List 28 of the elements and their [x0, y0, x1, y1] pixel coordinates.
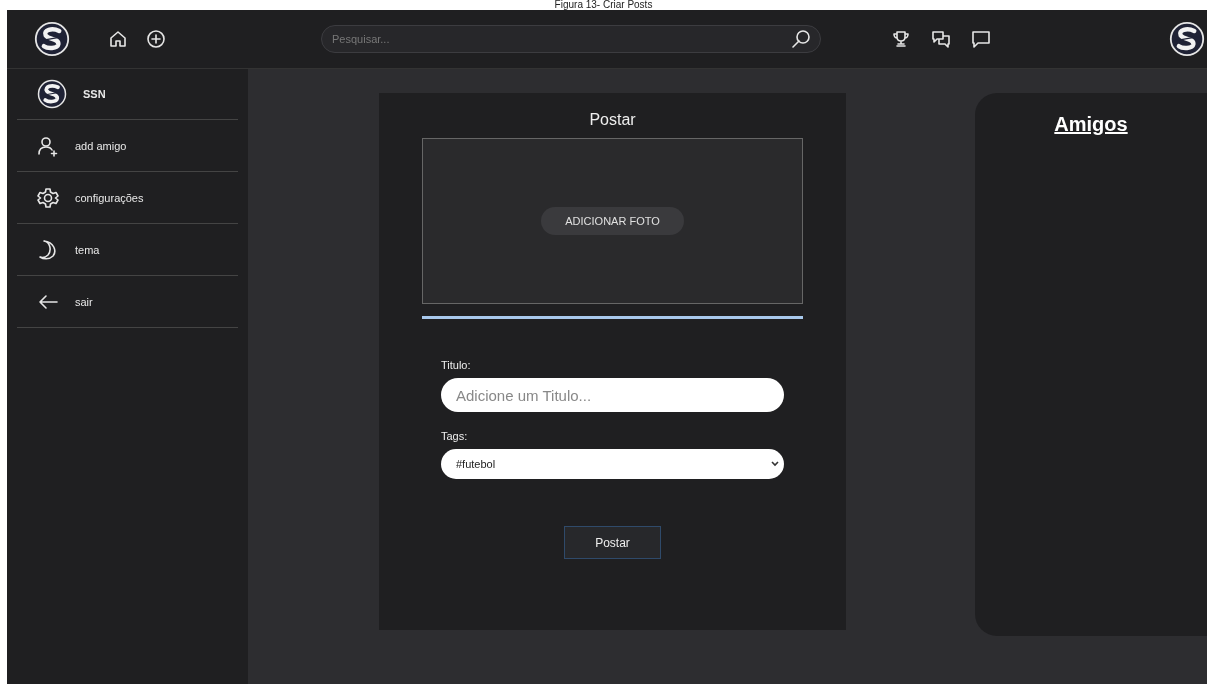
moon-icon: [37, 238, 59, 261]
search-field[interactable]: Pesquisar...: [321, 25, 821, 53]
field-label: Titulo:: [441, 359, 472, 371]
figure-caption: Figura 13- Criar Posts: [554, 0, 653, 10]
search-icon[interactable]: [791, 29, 811, 49]
sidebar-item[interactable]: sair: [17, 276, 238, 328]
add-icon[interactable]: [146, 29, 166, 49]
chevron-down-icon: [771, 461, 779, 467]
sidebar-item[interactable]: configurações: [17, 172, 238, 224]
sidebar-item[interactable]: SSN: [17, 69, 238, 120]
chats-icon[interactable]: [931, 29, 951, 49]
field-label: Tags:: [441, 430, 469, 442]
post-button[interactable]: Postar: [564, 526, 661, 559]
title-field[interactable]: Adicione um Titulo...: [441, 378, 784, 412]
logo-icon: [1169, 21, 1205, 57]
logo-icon: [34, 21, 70, 57]
card-title: Postar: [589, 111, 636, 129]
trophy-icon[interactable]: [891, 29, 911, 49]
add-user-icon: [37, 134, 59, 157]
add-photo-button[interactable]: ADICIONAR FOTO: [541, 207, 684, 235]
panel-title: Amigos: [1054, 113, 1128, 137]
logo-icon: [37, 79, 67, 109]
sidebar-item[interactable]: add amigo: [17, 120, 238, 172]
home-icon[interactable]: [108, 29, 128, 49]
gear-icon: [37, 186, 59, 209]
chat-icon[interactable]: [971, 29, 991, 49]
tags-dropdown[interactable]: #futebol: [441, 449, 784, 479]
sidebar-item[interactable]: tema: [17, 224, 238, 276]
